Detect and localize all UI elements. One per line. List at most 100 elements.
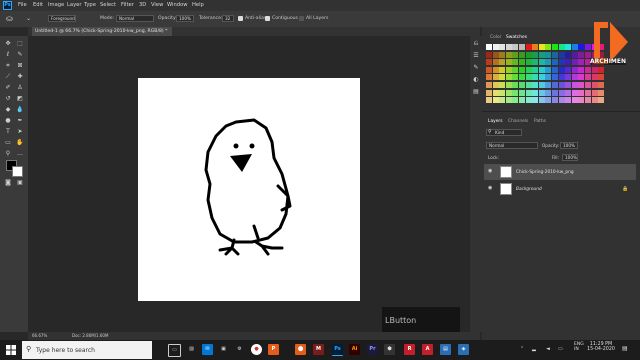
folder-icon[interactable]: ▨	[186, 344, 197, 355]
zoom-tool-icon[interactable]: ⚲	[4, 150, 12, 157]
color-swatch[interactable]	[538, 89, 545, 96]
color-swatch[interactable]	[545, 97, 552, 104]
eyedropper-tool-icon[interactable]: ⟋	[4, 73, 12, 80]
rectangle-tool-icon[interactable]: ▭	[4, 139, 12, 146]
color-swatch[interactable]	[486, 66, 492, 73]
color-swatch[interactable]	[552, 82, 558, 88]
color-swatch[interactable]	[585, 89, 591, 96]
background-color-swatch[interactable]	[12, 166, 23, 177]
contiguous-checkbox[interactable]	[265, 16, 270, 21]
color-swatch[interactable]	[578, 59, 585, 66]
premiere-icon[interactable]: M	[313, 344, 324, 355]
illustrator-icon[interactable]: Ai	[349, 344, 360, 355]
layer-row[interactable]: ◉ Background 🔒	[484, 181, 636, 197]
pen-tool-icon[interactable]: ✒	[16, 117, 24, 124]
color-swatch[interactable]	[532, 66, 539, 73]
color-swatch[interactable]	[525, 59, 532, 66]
color-swatch[interactable]	[578, 97, 585, 104]
color-swatch[interactable]	[578, 74, 585, 81]
menu-window[interactable]: Window	[167, 2, 187, 8]
color-swatch[interactable]	[499, 59, 506, 66]
color-swatch[interactable]	[545, 44, 552, 50]
color-swatch[interactable]	[499, 51, 506, 58]
color-swatch[interactable]	[552, 74, 558, 81]
mail-icon[interactable]: ✉	[202, 344, 213, 355]
color-swatch[interactable]	[565, 44, 572, 50]
powerpoint-icon[interactable]: P	[268, 344, 279, 355]
eye-icon[interactable]: ◉	[488, 185, 492, 191]
color-swatch[interactable]	[525, 89, 532, 96]
color-swatch[interactable]	[591, 74, 598, 81]
color-swatch[interactable]	[571, 74, 578, 81]
color-swatch[interactable]	[552, 44, 558, 50]
color-swatch[interactable]	[532, 74, 539, 81]
all-layers-checkbox[interactable]	[299, 16, 304, 21]
antialias-checkbox[interactable]	[238, 16, 243, 21]
color-swatch[interactable]	[598, 89, 605, 96]
color-swatch[interactable]	[565, 66, 572, 73]
color-swatch[interactable]	[499, 66, 506, 73]
menu-image[interactable]: Image	[48, 2, 64, 8]
menu-view[interactable]: View	[151, 2, 163, 8]
hand-tool-icon[interactable]: ✋	[16, 139, 24, 146]
tolerance-field[interactable]: 32	[222, 15, 234, 22]
blur-tool-icon[interactable]: 💧	[16, 106, 24, 113]
color-swatch[interactable]	[571, 82, 578, 88]
color-swatch[interactable]	[519, 82, 525, 88]
color-swatch[interactable]	[558, 74, 565, 81]
color-swatch[interactable]	[492, 59, 499, 66]
color-swatch[interactable]	[565, 59, 572, 66]
camera-icon[interactable]: ▣	[218, 344, 229, 355]
color-swatch[interactable]	[538, 44, 545, 50]
color-swatch[interactable]	[499, 44, 506, 50]
type-tool-icon[interactable]: T	[4, 128, 12, 135]
color-swatch[interactable]	[565, 97, 572, 104]
color-swatch[interactable]	[545, 66, 552, 73]
opacity-field[interactable]: 100%	[176, 15, 194, 22]
color-swatch[interactable]	[532, 89, 539, 96]
adjustments-icon[interactable]: ◐	[472, 76, 480, 83]
color-swatch[interactable]	[532, 82, 539, 88]
color-swatch[interactable]	[525, 97, 532, 104]
color-swatch[interactable]	[558, 66, 565, 73]
color-swatch[interactable]	[598, 82, 605, 88]
color-swatch[interactable]	[558, 97, 565, 104]
color-swatch[interactable]	[571, 51, 578, 58]
tab-layers[interactable]: Layers	[488, 119, 503, 124]
color-swatch[interactable]	[552, 97, 558, 104]
color-swatch[interactable]	[512, 51, 519, 58]
color-swatch[interactable]	[492, 89, 499, 96]
color-swatch[interactable]	[538, 59, 545, 66]
color-swatch[interactable]	[505, 89, 512, 96]
document-canvas[interactable]	[138, 78, 360, 301]
frame-tool-icon[interactable]: ⊠	[16, 62, 24, 69]
color-swatch[interactable]	[492, 82, 499, 88]
fill-source-select[interactable]: Foreground	[48, 15, 76, 22]
quick-mask-icon[interactable]: ◙	[4, 179, 12, 186]
color-swatch[interactable]	[565, 89, 572, 96]
color-swatch[interactable]	[591, 97, 598, 104]
color-swatch[interactable]	[512, 74, 519, 81]
color-swatch[interactable]	[578, 66, 585, 73]
color-swatch[interactable]	[505, 66, 512, 73]
color-swatch[interactable]	[519, 44, 525, 50]
color-swatch[interactable]	[486, 74, 492, 81]
quick-select-tool-icon[interactable]: ✎	[16, 51, 24, 58]
color-swatch[interactable]	[558, 89, 565, 96]
color-swatch[interactable]	[558, 51, 565, 58]
color-swatch[interactable]	[565, 82, 572, 88]
color-swatch[interactable]	[532, 59, 539, 66]
color-swatch[interactable]	[525, 66, 532, 73]
eraser-tool-icon[interactable]: ◩	[16, 95, 24, 102]
app-icon[interactable]: ⬢	[384, 344, 395, 355]
store-icon[interactable]: ⚙	[234, 344, 245, 355]
color-swatch[interactable]	[552, 89, 558, 96]
color-swatch[interactable]	[492, 66, 499, 73]
color-swatch[interactable]	[492, 44, 499, 50]
fill-field[interactable]: 100%	[562, 154, 578, 161]
color-swatch[interactable]	[492, 51, 499, 58]
healing-tool-icon[interactable]: ✚	[16, 73, 24, 80]
color-swatch[interactable]	[552, 51, 558, 58]
color-swatch[interactable]	[545, 82, 552, 88]
mode-select[interactable]: Normal	[116, 15, 154, 22]
